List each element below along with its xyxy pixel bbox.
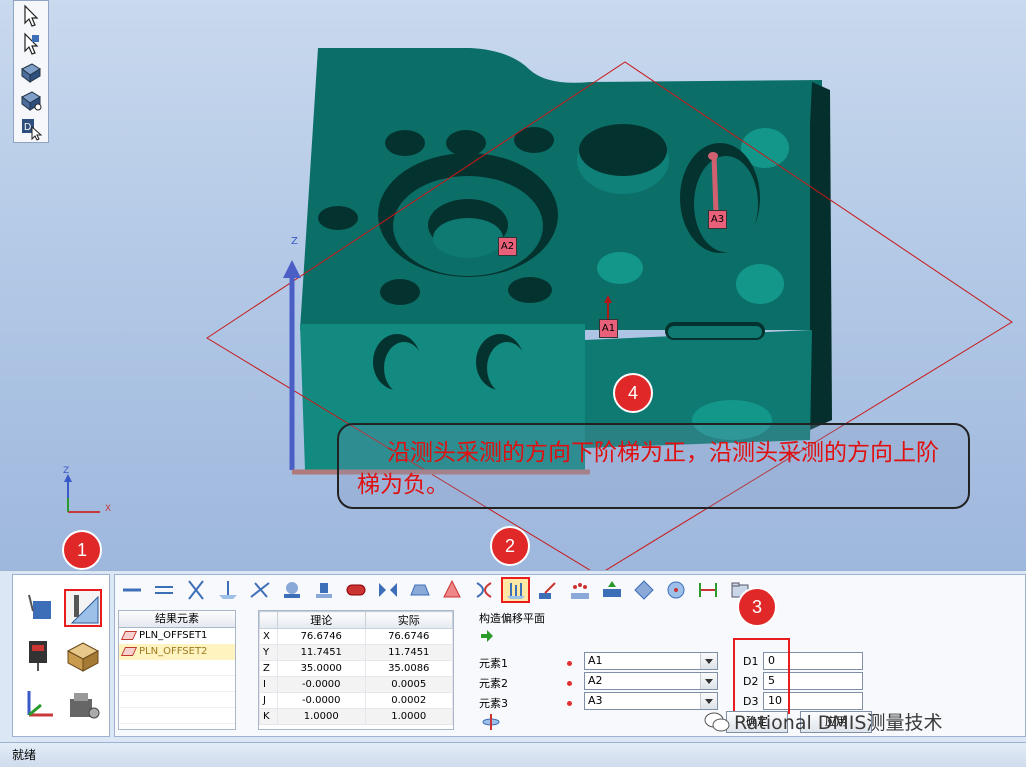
construct-mode-icon[interactable] [64, 589, 102, 627]
offset-plane-icon[interactable] [501, 577, 530, 603]
3d-viewport[interactable]: A2 A3 A1 Z Z X D 沿测头采测的方向下阶梯为正，沿测头采测的方向上… [0, 0, 1026, 570]
view-part-icon[interactable] [18, 59, 44, 85]
table-row: Z 35.0000 35.0086 [259, 660, 453, 677]
annotation-badge-1: 1 [62, 530, 102, 570]
triad-x-label: X [105, 504, 112, 514]
element3-label: 元素3 [479, 697, 508, 710]
table-header-actual: 实际 [364, 611, 453, 629]
chevron-down-icon [700, 653, 717, 669]
annotation-callout: 沿测头采测的方向下阶梯为正，沿测头采测的方向上阶梯为负。 [337, 423, 970, 509]
table-header [259, 611, 278, 629]
cone-icon[interactable] [437, 577, 466, 603]
width-icon[interactable] [693, 577, 722, 603]
result-list-header: 结果元素 [119, 611, 235, 628]
table-row: K 1.0000 1.0000 [259, 708, 453, 725]
pattern-icon[interactable] [565, 577, 594, 603]
watermark-text: Rational DMIS测量技术 [734, 712, 943, 734]
status-bar: 就绪 [0, 742, 1026, 767]
list-item[interactable]: PLN_OFFSET2 [119, 644, 235, 660]
element1-select[interactable]: A1 [584, 652, 718, 670]
list-item[interactable]: PLN_OFFSET1 [119, 628, 235, 644]
required-dot-icon [567, 701, 572, 706]
chevron-down-icon [700, 693, 717, 709]
execute-arrow-icon[interactable] [481, 630, 493, 642]
required-dot-icon [567, 681, 572, 686]
element1-label: 元素1 [479, 657, 508, 670]
select-arrow-icon[interactable] [18, 3, 44, 29]
table-row: I -0.0000 0.0005 [259, 676, 453, 693]
plane-icon [120, 631, 138, 640]
triad-z-label: Z [63, 466, 70, 476]
label-a3: A3 [708, 210, 727, 229]
curve-icon[interactable] [469, 577, 498, 603]
table-row: J -0.0000 0.0002 [259, 692, 453, 709]
point-on-plane-icon[interactable] [213, 577, 242, 603]
annotation-badge-3: 3 [737, 587, 777, 627]
watermark: Rational DMIS测量技术 [704, 708, 942, 735]
slot-icon[interactable] [341, 577, 370, 603]
table-header-nominal: 理论 [277, 611, 366, 629]
table-row: Y 11.7451 11.7451 [259, 644, 453, 661]
element2-select[interactable]: A2 [584, 672, 718, 690]
annotation-badge-4: 4 [613, 373, 653, 413]
angle-icon[interactable] [245, 577, 274, 603]
result-element-list: 结果元素 PLN_OFFSET1 PLN_OFFSET2 [118, 610, 236, 730]
symmetry-icon[interactable] [373, 577, 402, 603]
element2-label: 元素2 [479, 677, 508, 690]
intersect-icon[interactable] [181, 577, 210, 603]
flip-direction-icon[interactable] [481, 713, 501, 731]
circle-icon[interactable] [661, 577, 690, 603]
list-item-label: PLN_OFFSET1 [139, 630, 208, 641]
view-rotate-icon[interactable] [18, 87, 44, 113]
axis-z-label: Z [291, 236, 298, 247]
distance-highlight-box [733, 638, 790, 714]
coordinate-system-icon[interactable] [19, 685, 57, 723]
probe-mode-icon[interactable] [19, 589, 57, 627]
probe-tip-icon[interactable] [19, 637, 57, 675]
plane-icon [120, 647, 138, 656]
chevron-down-icon [700, 673, 717, 689]
status-text: 就绪 [12, 748, 37, 762]
trapezoid-icon[interactable] [405, 577, 434, 603]
annotation-badge-2: 2 [490, 526, 530, 566]
transform-icon[interactable] [533, 577, 562, 603]
cylinder-point-icon[interactable] [309, 577, 338, 603]
mode-switcher [12, 574, 110, 737]
report-icon[interactable] [64, 637, 102, 675]
parallel-lines-icon[interactable] [149, 577, 178, 603]
coordinate-table: 理论 实际 X 76.6746 76.6746 Y 11.7451 11.7451 Z3… [258, 610, 454, 730]
list-item-label: PLN_OFFSET2 [139, 646, 208, 657]
required-dot-icon [567, 661, 572, 666]
select-probe-icon[interactable] [18, 31, 44, 57]
svg-text:D: D [24, 122, 31, 133]
rotate-icon[interactable] [629, 577, 658, 603]
probe-d-icon[interactable]: D [18, 115, 44, 141]
sphere-point-icon[interactable] [277, 577, 306, 603]
line-icon[interactable] [117, 577, 146, 603]
project-icon[interactable] [597, 577, 626, 603]
construct-toolbar [117, 577, 754, 605]
element3-select[interactable]: A3 [584, 692, 718, 710]
table-row: X 76.6746 76.6746 [259, 628, 453, 645]
form-title: 构造偏移平面 [479, 612, 545, 625]
callout-text: 沿测头采测的方向下阶梯为正，沿测头采测的方向上阶梯为负。 [357, 440, 939, 498]
wechat-icon [704, 712, 730, 731]
view-toolbar: D [13, 0, 49, 143]
label-a2: A2 [498, 237, 517, 256]
tool-settings-icon[interactable] [64, 685, 102, 723]
label-a1: A1 [599, 319, 618, 338]
